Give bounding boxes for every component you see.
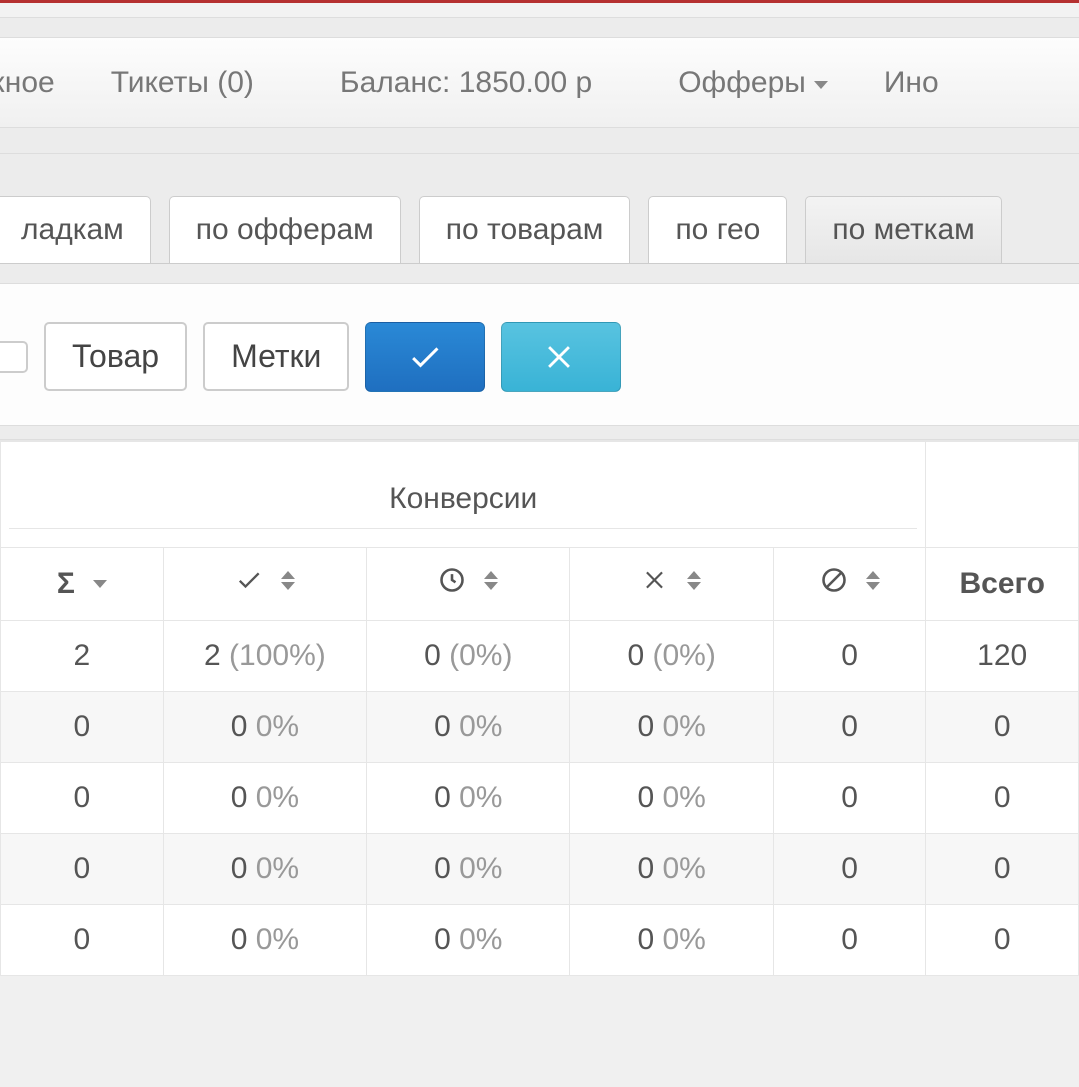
cell-sum: 0 (1, 905, 164, 976)
cell-cancelled: 0 (773, 834, 926, 905)
pattern-strip (0, 264, 1079, 284)
filter-chip-product[interactable]: Товар (44, 322, 187, 391)
tab-by-layouts[interactable]: ладкам (0, 196, 151, 263)
sort-icon (484, 571, 498, 590)
column-header-pending[interactable] (367, 548, 570, 621)
cell-pending: 0 0% (367, 692, 570, 763)
filter-chip-cut[interactable] (0, 341, 28, 373)
table-row: 00 0%0 0%0 0%00 (1, 692, 1079, 763)
cell-total: 0 (926, 692, 1079, 763)
sort-icon (866, 571, 880, 590)
filter-chip-labels[interactable]: Метки (203, 322, 349, 391)
nav-item-tickets[interactable]: Тикеты (0) (83, 66, 282, 100)
check-icon (235, 566, 263, 594)
pattern-strip (0, 426, 1079, 440)
cell-rejected: 0 (0%) (570, 621, 773, 692)
clear-button[interactable] (501, 322, 621, 392)
ban-icon (820, 566, 848, 594)
column-header-approved[interactable] (163, 548, 366, 621)
cell-pending: 0 0% (367, 905, 570, 976)
table-row: 00 0%0 0%0 0%00 (1, 763, 1079, 834)
column-group-conversions: Конверсии (1, 442, 926, 548)
cell-cancelled: 0 (773, 621, 926, 692)
column-header-total[interactable]: Всего (926, 548, 1079, 621)
cross-icon (544, 340, 578, 374)
column-header-rejected[interactable] (570, 548, 773, 621)
cell-sum: 0 (1, 834, 164, 905)
sort-desc-icon (93, 580, 107, 588)
nav-item-balance[interactable]: Баланс: 1850.00 р (312, 66, 620, 100)
nav-item-more[interactable]: Ино (856, 66, 967, 100)
cell-cancelled: 0 (773, 692, 926, 763)
nav-item-important[interactable]: ажное (0, 66, 83, 100)
cell-rejected: 0 0% (570, 905, 773, 976)
cell-pending: 0 0% (367, 834, 570, 905)
stats-table: Конверсии Σ (0, 441, 1079, 976)
main-nav: ажное Тикеты (0) Баланс: 1850.00 р Оффер… (0, 38, 1079, 128)
cell-rejected: 0 0% (570, 834, 773, 905)
cell-total: 0 (926, 763, 1079, 834)
check-icon (407, 339, 443, 375)
clock-icon (438, 566, 466, 594)
nav-item-offers-label: Офферы (678, 66, 806, 100)
cell-approved: 0 0% (163, 763, 366, 834)
cell-total: 120 (926, 621, 1079, 692)
cell-approved: 0 0% (163, 834, 366, 905)
cell-approved: 0 0% (163, 905, 366, 976)
cell-approved: 0 0% (163, 692, 366, 763)
stats-table-wrap: Конверсии Σ (0, 440, 1079, 976)
cell-cancelled: 0 (773, 763, 926, 834)
cell-rejected: 0 0% (570, 692, 773, 763)
sort-icon (687, 571, 701, 590)
column-group-label: Конверсии (9, 460, 917, 529)
column-header-cancelled[interactable] (773, 548, 926, 621)
cell-approved: 2 (100%) (163, 621, 366, 692)
tab-by-geo[interactable]: по гео (648, 196, 787, 263)
tab-by-labels[interactable]: по меткам (805, 196, 1001, 263)
cell-sum: 0 (1, 763, 164, 834)
cell-pending: 0 (0%) (367, 621, 570, 692)
tabs: ладкам по офферам по товарам по гео по м… (0, 154, 1079, 264)
tab-by-products[interactable]: по товарам (419, 196, 631, 263)
tab-by-offers[interactable]: по офферам (169, 196, 401, 263)
cell-sum: 0 (1, 692, 164, 763)
sigma-label: Σ (57, 567, 75, 601)
sort-icon (281, 571, 295, 590)
caret-down-icon (814, 81, 828, 89)
table-row: 00 0%0 0%0 0%00 (1, 905, 1079, 976)
cell-rejected: 0 0% (570, 763, 773, 834)
pattern-strip (0, 18, 1079, 38)
cell-total: 0 (926, 834, 1079, 905)
top-accent-bar (0, 0, 1079, 18)
filters: Товар Метки (0, 284, 1079, 426)
column-header-sum[interactable]: Σ (1, 548, 164, 621)
pattern-strip (0, 128, 1079, 154)
table-row: 00 0%0 0%0 0%00 (1, 834, 1079, 905)
apply-button[interactable] (365, 322, 485, 392)
cell-cancelled: 0 (773, 905, 926, 976)
cell-sum: 2 (1, 621, 164, 692)
nav-item-offers[interactable]: Офферы (650, 66, 856, 100)
column-header-total-label: Всего (959, 567, 1044, 600)
column-group-total-spacer (926, 442, 1079, 548)
cross-icon (643, 567, 669, 593)
cell-pending: 0 0% (367, 763, 570, 834)
cell-total: 0 (926, 905, 1079, 976)
table-row: 22 (100%)0 (0%)0 (0%)0120 (1, 621, 1079, 692)
